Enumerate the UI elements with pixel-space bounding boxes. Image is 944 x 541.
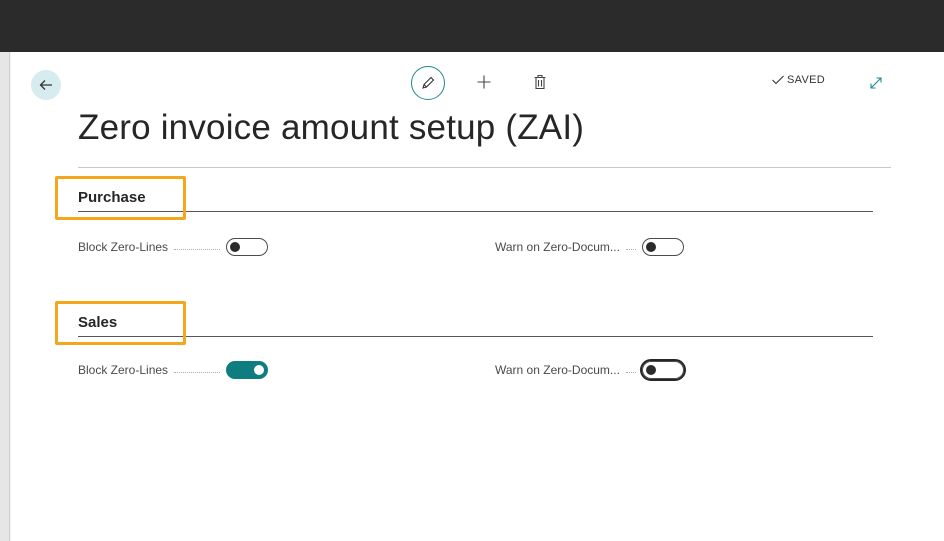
purchase-warn-zero-documents-field: Warn on Zero-Docum... (495, 238, 684, 256)
sales-highlight-box (55, 301, 186, 345)
purchase-warn-zero-documents-label: Warn on Zero-Docum... (495, 240, 620, 254)
sales-warn-zero-documents-field: Warn on Zero-Docum... (495, 359, 686, 381)
purchase-warn-zero-documents-toggle[interactable] (641, 238, 684, 256)
new-button[interactable] (471, 69, 497, 95)
plus-icon (477, 75, 491, 89)
sales-warn-zero-documents-label: Warn on Zero-Docum... (495, 363, 620, 377)
sales-block-zero-lines-field: Block Zero-Lines (78, 361, 269, 379)
arrow-left-icon (39, 80, 52, 90)
title-divider (78, 167, 891, 168)
setup-page: SAVED Zero invoice amount setup (ZAI) Pu… (11, 52, 944, 541)
page-title: Zero invoice amount setup (ZAI) (78, 108, 585, 147)
sales-block-zero-lines-label: Block Zero-Lines (78, 363, 169, 377)
purchase-block-zero-lines-label: Block Zero-Lines (78, 240, 169, 254)
purchase-block-zero-lines-toggle[interactable] (226, 238, 269, 256)
checkmark-icon (772, 75, 784, 85)
window-top-bar (0, 0, 944, 52)
edit-button[interactable] (411, 66, 445, 100)
expand-icon (870, 77, 882, 89)
back-button[interactable] (31, 70, 61, 100)
left-panel-edge (0, 52, 10, 541)
trash-icon (534, 74, 546, 90)
saved-status-text: SAVED (787, 74, 825, 86)
pencil-icon (422, 76, 435, 89)
sales-warn-zero-documents-toggle[interactable] (639, 359, 686, 381)
delete-button[interactable] (527, 69, 553, 95)
saved-status: SAVED (771, 74, 825, 86)
purchase-highlight-box (55, 176, 186, 220)
sales-section-divider (78, 336, 873, 337)
sales-block-zero-lines-toggle[interactable] (226, 361, 269, 379)
purchase-section-divider (78, 211, 873, 212)
expand-button[interactable] (865, 72, 887, 94)
purchase-block-zero-lines-field: Block Zero-Lines (78, 238, 269, 256)
